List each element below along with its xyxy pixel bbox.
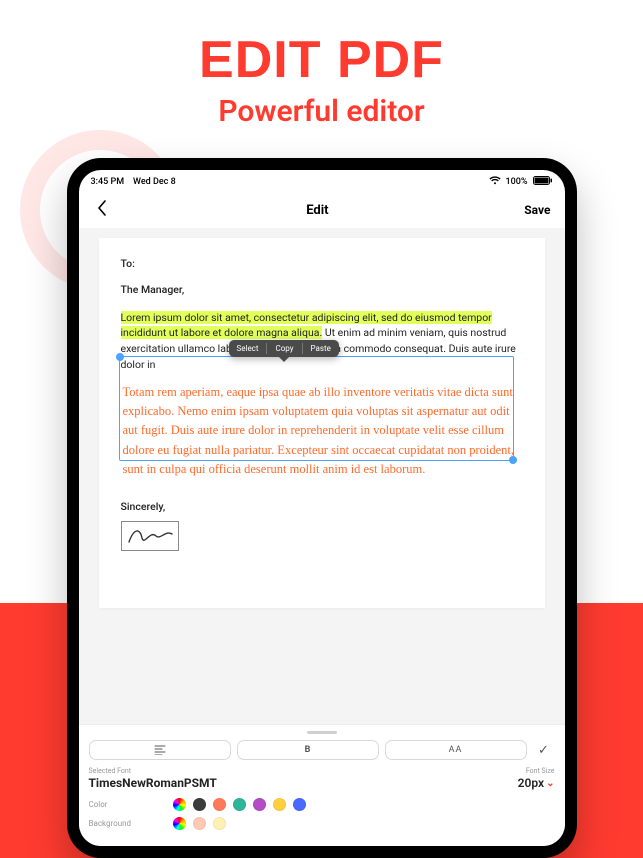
font-header-row: Selected Font Font Size	[89, 767, 555, 775]
text-color-swatches	[173, 798, 306, 811]
document-page[interactable]: To: The Manager, Lorem ipsum dolor sit a…	[99, 238, 545, 608]
ctx-copy[interactable]: Copy	[267, 343, 302, 354]
doc-paragraph-2[interactable]: Totam rem aperiam, eaque ipsa quae ab il…	[121, 379, 523, 484]
signature-icon	[126, 524, 174, 548]
text-color-swatch-5[interactable]	[273, 798, 286, 811]
context-menu: Select Copy Paste	[229, 340, 339, 357]
document-area[interactable]: To: The Manager, Lorem ipsum dolor sit a…	[79, 228, 565, 724]
text-color-swatch-1[interactable]	[193, 798, 206, 811]
status-time: 3:45 PM	[91, 177, 125, 187]
font-size-selector[interactable]: 20px ⌄	[518, 776, 555, 790]
status-battery-pct: 100%	[506, 177, 528, 187]
font-size-value: 20px	[518, 776, 544, 790]
bold-label: B	[305, 745, 311, 755]
promo-subtitle: Powerful editor	[0, 94, 643, 129]
wifi-icon	[489, 176, 501, 188]
text-color-swatch-4[interactable]	[253, 798, 266, 811]
font-size-label: Font Size	[526, 767, 555, 775]
doc-to: To:	[121, 256, 523, 272]
text-color-swatch-3[interactable]	[233, 798, 246, 811]
caps-label: AA	[449, 745, 463, 755]
format-toolbar: B AA ✓ Selected Font Font Size TimesNewR…	[79, 724, 565, 846]
bg-color-swatch-1[interactable]	[193, 817, 206, 830]
background-label: Background	[89, 819, 151, 828]
caps-button[interactable]: AA	[385, 740, 527, 760]
text-color-row: Color	[89, 798, 555, 811]
background-color-row: Background	[89, 817, 555, 830]
font-name-selector[interactable]: TimesNewRomanPSMT	[89, 776, 217, 790]
selected-font-label: Selected Font	[89, 767, 132, 775]
chevron-down-icon: ⌄	[546, 778, 554, 789]
bg-color-swatch-0[interactable]	[173, 817, 186, 830]
bold-button[interactable]: B	[237, 740, 379, 760]
signature-box[interactable]	[121, 521, 179, 551]
back-button[interactable]	[93, 200, 111, 220]
status-date: Wed Dec 8	[133, 177, 176, 187]
confirm-button[interactable]: ✓	[533, 743, 555, 758]
tablet-screen: 3:45 PM Wed Dec 8 100%	[79, 170, 565, 846]
tablet-frame: 3:45 PM Wed Dec 8 100%	[67, 158, 577, 858]
align-button[interactable]	[89, 740, 231, 760]
ctx-select[interactable]: Select	[229, 343, 268, 354]
drawer-handle[interactable]	[307, 731, 337, 734]
align-left-icon	[154, 745, 166, 755]
save-button[interactable]: Save	[524, 203, 550, 217]
nav-title: Edit	[306, 203, 328, 218]
text-color-swatch-6[interactable]	[293, 798, 306, 811]
background-color-swatches	[173, 817, 226, 830]
nav-bar: Edit Save	[79, 190, 565, 228]
status-left: 3:45 PM Wed Dec 8	[91, 177, 176, 187]
doc-manager: The Manager,	[121, 282, 523, 298]
text-color-swatch-0[interactable]	[173, 798, 186, 811]
segment-row: B AA ✓	[89, 740, 555, 760]
headline: EDIT PDF Powerful editor	[0, 30, 643, 129]
color-label: Color	[89, 800, 151, 809]
bg-color-swatch-2[interactable]	[213, 817, 226, 830]
font-value-row: TimesNewRomanPSMT 20px ⌄	[89, 776, 555, 790]
promo-title: EDIT PDF	[0, 30, 643, 90]
status-bar: 3:45 PM Wed Dec 8 100%	[79, 170, 565, 190]
ctx-paste[interactable]: Paste	[303, 343, 339, 354]
status-right: 100%	[489, 176, 553, 188]
text-color-swatch-2[interactable]	[213, 798, 226, 811]
promo-stage: EDIT PDF Powerful editor 3:45 PM Wed Dec…	[0, 0, 643, 858]
doc-sincerely: Sincerely,	[121, 499, 523, 515]
battery-icon	[533, 176, 553, 188]
